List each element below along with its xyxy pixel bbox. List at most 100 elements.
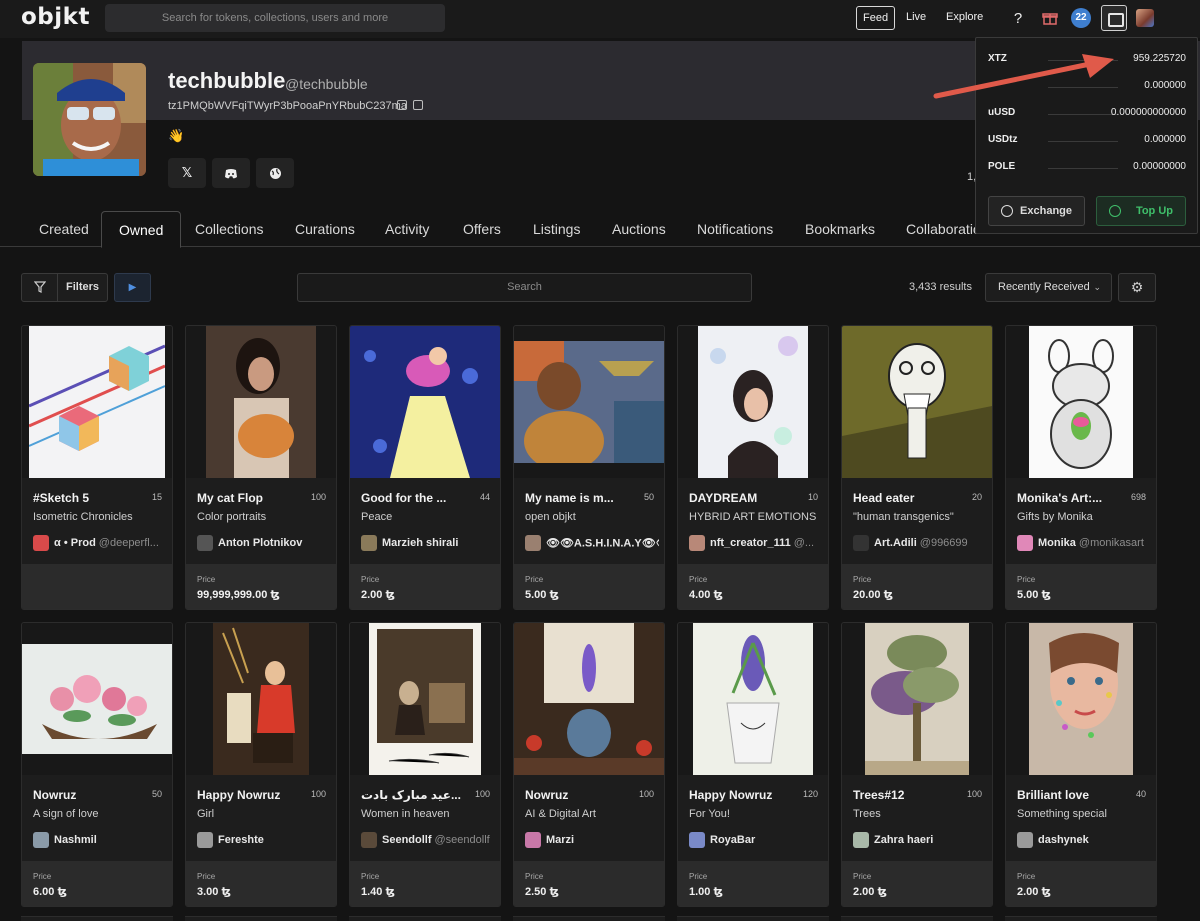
artist[interactable]: Monika @monikasart	[1017, 535, 1151, 553]
user-avatar[interactable]	[1136, 9, 1154, 27]
top-up-button[interactable]: Top Up	[1096, 196, 1186, 226]
gift-icon[interactable]	[1040, 8, 1060, 28]
token-card[interactable]	[841, 916, 993, 921]
tab-activity[interactable]: Activity	[371, 211, 443, 247]
tab-bookmarks[interactable]: Bookmarks	[791, 211, 889, 247]
token-title: ...عید مبارک بادت	[361, 788, 461, 802]
collection-name[interactable]: Trees	[853, 808, 985, 820]
artist[interactable]: RoyaBar	[689, 832, 823, 850]
notification-count-badge[interactable]: 22	[1071, 8, 1091, 28]
collection-name[interactable]: A sign of love	[33, 808, 165, 820]
token-card[interactable]	[21, 916, 173, 921]
tab-offers[interactable]: Offers	[449, 211, 515, 247]
token-card[interactable]: Monika's Art:... 698 Gifts by Monika Mon…	[1005, 325, 1157, 610]
artist[interactable]: nft_creator_111 @...	[689, 535, 823, 553]
artist-avatar	[689, 535, 705, 551]
tab-notifications[interactable]: Notifications	[683, 211, 787, 247]
tab-collections[interactable]: Collections	[181, 211, 277, 247]
price-value: 2.50 ꜩ	[525, 886, 559, 898]
artist-avatar	[853, 535, 869, 551]
token-card[interactable]	[677, 916, 829, 921]
artist[interactable]: Fereshte	[197, 832, 331, 850]
play-icon[interactable]: ▶	[114, 273, 151, 302]
token-title: My cat Flop	[197, 491, 264, 505]
discord-icon[interactable]	[212, 158, 250, 188]
objkt-logo[interactable]: objkt	[21, 4, 90, 30]
price-box: Price 20.00 ꜩ	[842, 564, 992, 609]
collection-name[interactable]: "human transgenics"	[853, 511, 985, 523]
token-card[interactable]: Happy Nowruz 120 For You! RoyaBar Price 1…	[677, 622, 829, 907]
price-value: 2.00 ꜩ	[1017, 886, 1051, 898]
token-card[interactable]: Happy Nowruz 100 Girl Fereshte Price 3.00…	[185, 622, 337, 907]
sort-select[interactable]: Recently Received ⌄	[985, 273, 1112, 302]
token-title: Nowruz	[33, 788, 77, 802]
wallet-icon[interactable]	[1101, 5, 1127, 31]
tab-owned[interactable]: Owned	[101, 211, 182, 248]
copy-icon[interactable]	[413, 100, 423, 110]
token-card[interactable]: Brilliant love 40 Something special dash…	[1005, 622, 1157, 907]
collection-name[interactable]: Gifts by Monika	[1017, 511, 1149, 523]
token-card[interactable]: DAYDREAM 10 HYBRID ART EMOTIONS nft_crea…	[677, 325, 829, 610]
token-card[interactable]: My cat Flop 100 Color portraits Anton Pl…	[185, 325, 337, 610]
artist[interactable]: α • Prod @deeperfl...	[33, 535, 167, 553]
tab-created[interactable]: Created	[25, 211, 103, 247]
artist[interactable]: Seendollf @seendollf	[361, 832, 495, 850]
token-image	[842, 326, 992, 478]
token-card[interactable]: Head eater 20 "human transgenics" Art.Ad…	[841, 325, 993, 610]
token-card[interactable]: Nowruz 100 AI & Digital Art Marzi Price 2…	[513, 622, 665, 907]
filters-button[interactable]: Filters	[21, 273, 108, 302]
external-link-icon[interactable]	[397, 100, 407, 110]
tab-curations[interactable]: Curations	[281, 211, 369, 247]
nav-live[interactable]: Live	[900, 6, 932, 30]
artist[interactable]: Art.Adili @996699	[853, 535, 987, 553]
artist[interactable]: Nashmil	[33, 832, 167, 850]
token-image	[22, 326, 172, 478]
exchange-button[interactable]: Exchange	[988, 196, 1085, 226]
balance-value: 0.000000	[1144, 134, 1186, 145]
globe-icon[interactable]	[256, 158, 294, 188]
collection-name[interactable]: Peace	[361, 511, 493, 523]
token-card[interactable]: #Sketch 5 15 Isometric Chronicles α • Pr…	[21, 325, 173, 610]
owned-search-input[interactable]: Search	[297, 273, 752, 302]
global-search-input[interactable]: Search for tokens, collections, users an…	[105, 4, 445, 32]
token-card[interactable]: Good for the ... 44 Peace Marzieh shiral…	[349, 325, 501, 610]
token-card[interactable]	[349, 916, 501, 921]
collection-name[interactable]: For You!	[689, 808, 821, 820]
collection-name[interactable]: Isometric Chronicles	[33, 511, 165, 523]
nav-feed[interactable]: Feed	[856, 6, 896, 30]
token-card[interactable]	[185, 916, 337, 921]
artist-avatar	[361, 535, 377, 551]
collection-name[interactable]: Color portraits	[197, 511, 329, 523]
help-icon[interactable]: ?	[1008, 8, 1028, 28]
price-box	[22, 564, 172, 609]
collection-name[interactable]: AI & Digital Art	[525, 808, 657, 820]
token-card[interactable]	[513, 916, 665, 921]
artist[interactable]: Marzieh shirali	[361, 535, 495, 553]
collection-name[interactable]: HYBRID ART EMOTIONS	[689, 511, 821, 523]
artist[interactable]: 👁👁A.S.H.I.N.A.Y👁👁	[525, 535, 659, 553]
token-card[interactable]: Nowruz 50 A sign of love Nashmil Price 6.…	[21, 622, 173, 907]
token-image	[678, 623, 828, 775]
token-card[interactable]: My name is m... 50 open objkt 👁👁A.S.H.I.…	[513, 325, 665, 610]
artist[interactable]: Zahra haeri	[853, 832, 987, 850]
collection-name[interactable]: open objkt	[525, 511, 657, 523]
wallet-address[interactable]: tz1PMQbWVFqiTWyrP3bPooaPnYRbubC237ma	[168, 100, 407, 112]
token-card[interactable]	[1005, 916, 1157, 921]
collection-name[interactable]: Women in heaven	[361, 808, 493, 820]
settings-gear-icon[interactable]: ⚙	[1118, 273, 1156, 302]
collection-name[interactable]: Girl	[197, 808, 329, 820]
tab-auctions[interactable]: Auctions	[598, 211, 680, 247]
artist[interactable]: dashynek	[1017, 832, 1151, 850]
token-image	[678, 326, 828, 478]
x-twitter-icon[interactable]: 𝕏	[168, 158, 206, 188]
nav-explore[interactable]: Explore	[940, 6, 989, 30]
artist[interactable]: Anton Plotnikov	[197, 535, 331, 553]
tab-listings[interactable]: Listings	[519, 211, 594, 247]
token-card[interactable]: ...عید مبارک بادت 100 Women in heaven Se…	[349, 622, 501, 907]
artist[interactable]: Marzi	[525, 832, 659, 850]
collection-name[interactable]: Something special	[1017, 808, 1149, 820]
profile-bio: 👋	[168, 128, 185, 143]
profile-name: techbubble	[168, 68, 286, 93]
token-card[interactable]: Trees#12 100 Trees Zahra haeri Price 2.00…	[841, 622, 993, 907]
token-title: Good for the ...	[361, 491, 447, 505]
